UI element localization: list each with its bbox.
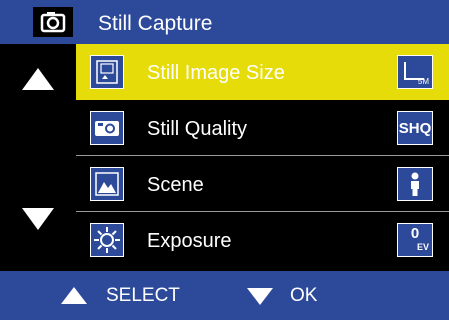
menu-item-exposure[interactable]: Exposure 0 EV — [76, 212, 449, 271]
scene-mountain-icon — [90, 167, 124, 201]
portrait-person-icon — [397, 167, 433, 201]
exposure-unit: EV — [416, 242, 429, 252]
scroll-nav — [0, 44, 76, 271]
menu-item-label: Still Quality — [147, 118, 248, 140]
camera-icon — [33, 7, 73, 37]
exposure-number: 0 — [410, 225, 420, 242]
footer-bar: SELECT OK — [0, 271, 449, 320]
menu-item-still-image-size[interactable]: Still Image Size 5M — [76, 44, 449, 100]
quality-value: SHQ — [397, 111, 433, 145]
arrow-up-icon — [61, 287, 87, 304]
menu-item-label: Scene — [147, 174, 204, 196]
ok-hint[interactable]: OK — [290, 271, 317, 320]
page-title: Still Capture — [98, 12, 213, 35]
arrow-down-icon[interactable] — [22, 208, 54, 230]
menu-item-label: Exposure — [147, 230, 232, 252]
header-bar: Still Capture — [0, 0, 449, 44]
quality-icon — [90, 111, 124, 145]
select-hint[interactable]: SELECT — [106, 271, 180, 320]
camera-menu-screen: Still Capture Still Image Size 5M Still … — [0, 0, 449, 320]
arrow-up-icon[interactable] — [22, 68, 54, 90]
exposure-value: 0 EV — [397, 223, 433, 257]
menu-item-still-quality[interactable]: Still Quality SHQ — [76, 100, 449, 156]
menu-item-scene[interactable]: Scene — [76, 156, 449, 212]
settings-menu: Still Image Size 5M Still Quality SHQ Sc… — [76, 44, 449, 271]
exposure-sun-icon — [90, 223, 124, 257]
menu-item-label: Still Image Size — [147, 62, 285, 84]
arrow-down-icon — [247, 288, 273, 305]
image-size-5m-icon: 5M — [397, 55, 433, 89]
image-size-icon — [90, 55, 124, 89]
